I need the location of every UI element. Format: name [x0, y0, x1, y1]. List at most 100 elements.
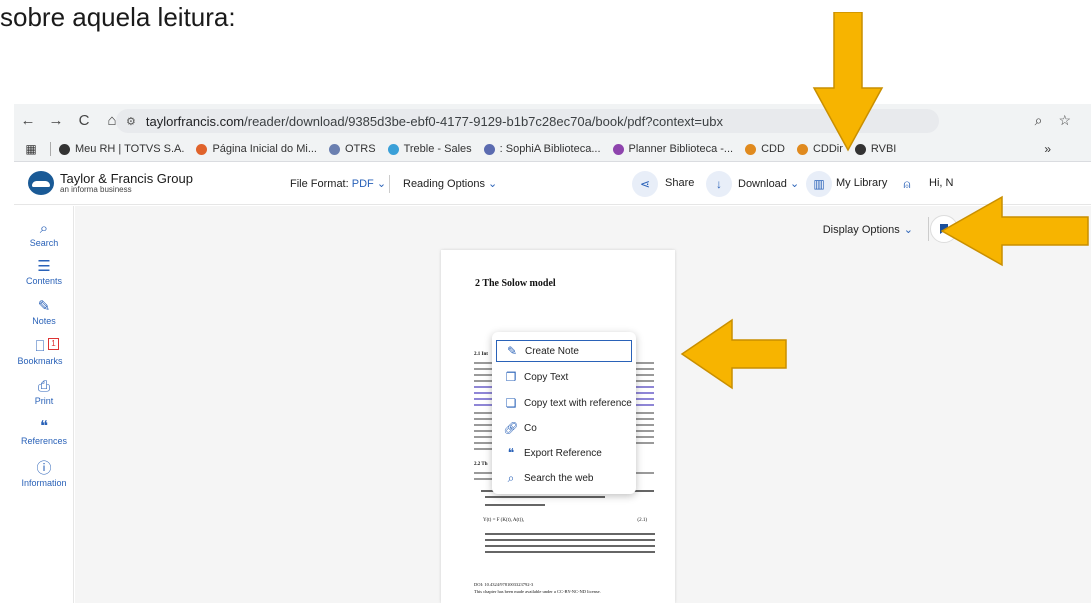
sidebar-item-label: Bookmarks: [17, 356, 63, 366]
text-line: [485, 533, 655, 535]
zoom-icon[interactable]: ⌕: [1035, 112, 1043, 129]
sidebar-item-label: References: [20, 436, 68, 446]
toolbar-divider: [928, 217, 929, 241]
down-arrow-annotation: [812, 12, 884, 152]
menu-item-label: Copy text with reference: [524, 397, 632, 409]
brand-subtitle: an informa business: [60, 184, 132, 194]
url-host: taylorfrancis.com: [145, 113, 245, 129]
bookmark-favicon-icon: [483, 143, 495, 155]
download-button[interactable]: Download ⌄: [738, 177, 799, 190]
reading-options-menu[interactable]: Reading Options ⌄: [403, 177, 497, 190]
text-line: [485, 504, 545, 506]
download-icon[interactable]: ↓: [706, 171, 732, 197]
library-icon[interactable]: ▥: [806, 171, 832, 197]
bookmark-label: Meu RH | TOTVS S.A.: [75, 143, 185, 155]
sidebar-item-print[interactable]: ⎙ Print: [14, 378, 74, 406]
text-line: [485, 551, 655, 553]
bookmark-favicon-icon: [612, 143, 624, 155]
sidebar-item-label: Search: [29, 238, 59, 248]
menu-item-label: Copy Text: [524, 371, 569, 383]
copy-with-reference-menu-item[interactable]: ❏ Copy text with reference: [496, 392, 632, 414]
star-icon[interactable]: ☆: [1058, 112, 1071, 129]
bookmark-item[interactable]: OTRS: [329, 143, 376, 155]
back-icon[interactable]: ←: [14, 112, 42, 129]
file-format-value: PDF: [351, 178, 374, 190]
user-greeting[interactable]: Hi, N: [929, 177, 953, 189]
print-icon: ⎙: [37, 378, 50, 395]
file-format-label: File Format:: [290, 178, 349, 190]
search-icon: ⌕: [507, 470, 515, 485]
text-line: [485, 539, 655, 541]
copy-reference-icon: ❏: [505, 396, 517, 410]
my-library-button[interactable]: My Library: [836, 177, 887, 189]
export-reference-menu-item[interactable]: ❝ Export Reference: [496, 442, 632, 464]
forward-icon[interactable]: →: [42, 112, 70, 129]
left-arrow-annotation: [680, 318, 787, 390]
share-icon[interactable]: ⋖: [632, 171, 658, 197]
doi-text: DOI: 10.4324/9781003323792-3: [474, 582, 534, 587]
section-heading: 2.1 Int: [474, 352, 488, 357]
toolbar-right-icons: ⌕ ☆: [1035, 112, 1071, 129]
url-path: /reader/download/9385d3be-ebf0-4177-9129…: [244, 113, 723, 129]
equation-number: (2.1): [637, 518, 647, 523]
sidebar-item-label: Information: [21, 478, 67, 488]
bookmark-label: Treble - Sales: [403, 143, 472, 155]
browser-toolbar: ← → C ⌂ ⚙ taylorfrancis.com/reader/downl…: [14, 104, 1091, 137]
chevron-down-icon: ⌄: [903, 224, 913, 236]
bookmark-favicon-icon: [59, 143, 70, 155]
share-button[interactable]: Share: [665, 177, 694, 189]
bookmarks-bar: ▦ Meu RH | TOTVS S.A. Página Inicial do …: [14, 137, 1091, 162]
section-heading: 2.2 Th: [474, 462, 488, 467]
user-icon[interactable]: ⍝: [894, 171, 920, 197]
bookmark-favicon-icon: [387, 143, 399, 155]
menu-item-label: Export Reference: [524, 447, 602, 459]
site-header: Taylor & Francis Group an informa busine…: [14, 163, 1091, 205]
bookmark-favicon-icon: [745, 143, 757, 155]
chevron-down-icon: ⌄: [376, 178, 387, 190]
search-web-menu-item[interactable]: ⌕ Search the web: [496, 467, 632, 489]
sidebar-item-information[interactable]: ⓘ Information: [14, 460, 74, 488]
bookmark-item[interactable]: Treble - Sales: [387, 143, 472, 155]
sidebar-item-bookmarks[interactable]: ⎕ Bookmarks 1: [14, 338, 70, 366]
search-icon: ⌕: [39, 220, 49, 237]
link-icon: 🔗︎: [503, 421, 519, 435]
create-note-menu-item[interactable]: ✎ Create Note: [496, 340, 632, 362]
copy-link-menu-item[interactable]: 🔗︎ Co: [496, 417, 632, 439]
reader-sidebar: ⌕ Search ☰ Contents ✎ Notes ⎕ Bookmarks 1 ⎙ Pr…: [14, 206, 74, 603]
download-label: Download: [738, 178, 787, 190]
bookmark-label: Página Inicial do Mi...: [212, 143, 317, 155]
bookmark-label: OTRS: [345, 143, 376, 155]
copy-icon: ❐: [505, 370, 517, 384]
bookmark-favicon-icon: [796, 143, 808, 155]
sidebar-item-contents[interactable]: ☰ Contents: [14, 258, 74, 286]
bookmark-item[interactable]: Meu RH | TOTVS S.A.: [59, 143, 184, 155]
bookmark-label: CDD: [761, 143, 785, 155]
bookmark-favicon-icon: [196, 143, 208, 155]
equation: Y(t) = F (K(t), A(t)),: [483, 518, 525, 523]
apps-grid-icon[interactable]: ▦: [20, 142, 42, 156]
text-line: [485, 496, 605, 498]
license-text: This chapter has been made available und…: [474, 589, 601, 594]
reload-icon[interactable]: C: [70, 112, 98, 129]
bookmark-item[interactable]: CDD: [745, 143, 785, 155]
sidebar-item-notes[interactable]: ✎ Notes: [14, 298, 74, 326]
file-format-selector[interactable]: File Format: PDF ⌄: [290, 177, 386, 190]
bookmark-item[interactable]: Página Inicial do Mi...: [196, 143, 317, 155]
bookmarks-more-icon[interactable]: »: [1044, 142, 1051, 156]
display-options-menu[interactable]: Display Options ⌄: [823, 223, 913, 236]
logo-icon: [28, 171, 54, 195]
menu-item-label: Co: [524, 422, 537, 434]
sidebar-item-search[interactable]: ⌕ Search: [14, 220, 74, 248]
bookmark-item[interactable]: : SophiA Biblioteca...: [483, 143, 601, 155]
copy-text-menu-item[interactable]: ❐ Copy Text: [496, 366, 632, 388]
bookmark-favicon-icon: [329, 143, 340, 155]
brand-logo[interactable]: Taylor & Francis Group an informa busine…: [28, 171, 193, 195]
header-divider: [389, 175, 390, 193]
sidebar-item-references[interactable]: ❝ References: [14, 418, 74, 446]
bookmark-item[interactable]: Planner Biblioteca -...: [612, 143, 733, 155]
site-info-icon[interactable]: ⚙: [126, 115, 136, 128]
url-text: taylorfrancis.com/reader/download/9385d3…: [146, 114, 723, 129]
text-line: [485, 545, 655, 547]
bookmark-icon: ⎕: [35, 338, 45, 355]
caption-text: sobre aquela leitura:: [0, 2, 236, 32]
